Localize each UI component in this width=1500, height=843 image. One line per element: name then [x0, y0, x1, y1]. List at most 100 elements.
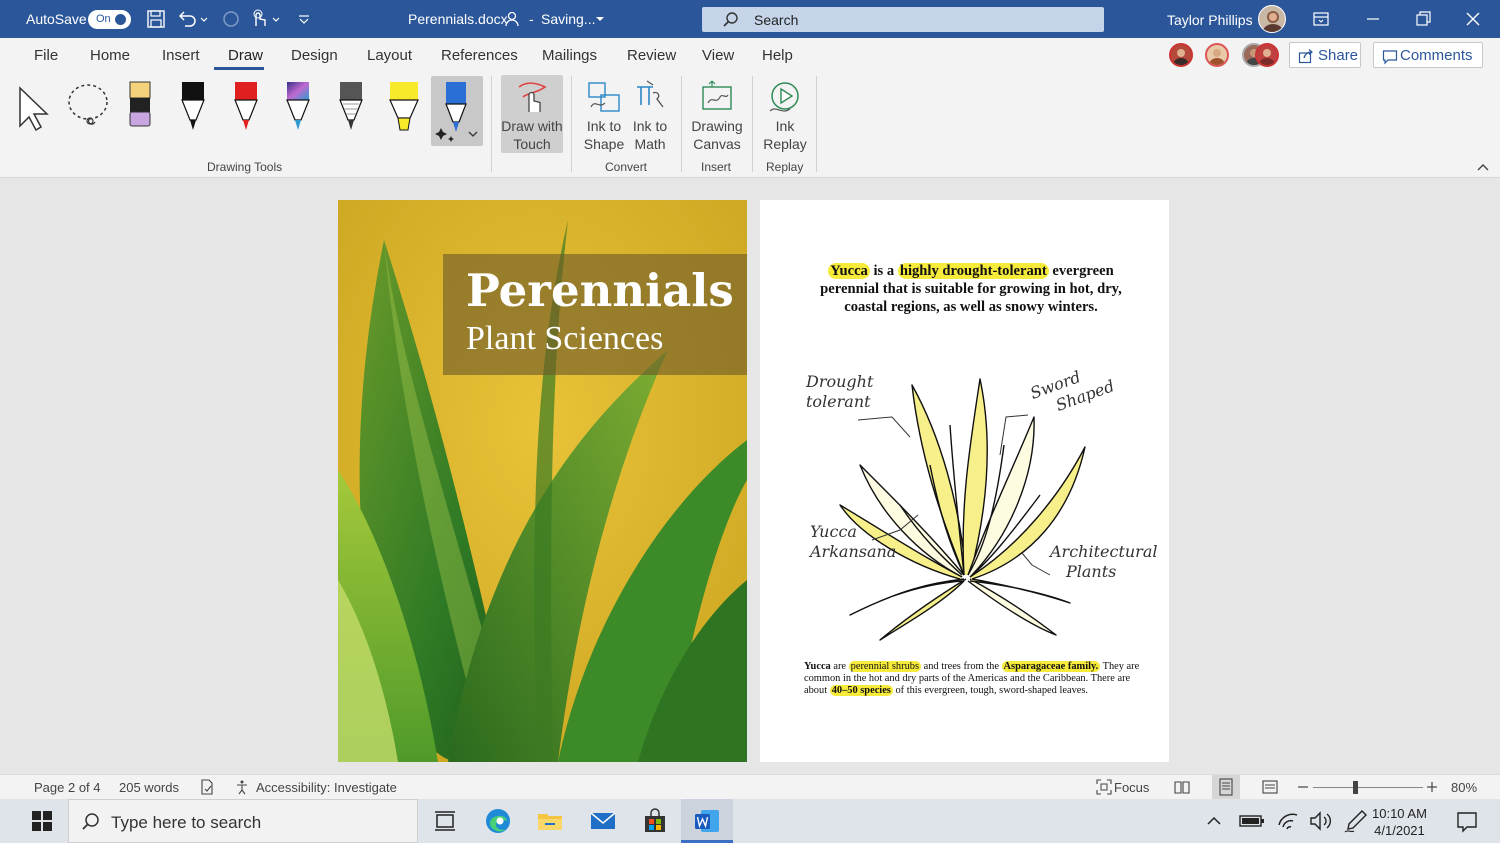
drawing-canvas-button[interactable]: Drawing Canvas — [690, 75, 744, 153]
collaborator-avatar[interactable] — [1205, 43, 1229, 67]
user-avatar[interactable] — [1258, 5, 1286, 33]
tab-review[interactable]: Review — [627, 47, 676, 64]
redo-icon[interactable] — [220, 8, 242, 30]
user-name[interactable]: Taylor Phillips — [1167, 12, 1253, 28]
customize-quick-access-icon[interactable] — [293, 8, 315, 30]
annotation-drought-tolerant: Drought tolerant — [806, 372, 873, 412]
taskbar-search-box[interactable]: Type here to search — [68, 799, 418, 843]
collaborator-avatar[interactable] — [1255, 43, 1279, 67]
ink-to-math-button[interactable]: Ink to Math — [628, 75, 672, 153]
zoom-slider-track[interactable] — [1313, 787, 1423, 788]
tab-design[interactable]: Design — [291, 47, 338, 64]
search-box[interactable]: Search — [702, 7, 1104, 32]
word-count[interactable]: 205 words — [119, 780, 179, 795]
highlighter-yellow-tool[interactable] — [382, 76, 426, 134]
annotation-line: Yucca — [810, 522, 857, 541]
tab-references[interactable]: References — [441, 47, 518, 64]
focus-icon[interactable] — [1096, 779, 1112, 795]
page-count[interactable]: Page 2 of 4 — [34, 780, 101, 795]
pencil-tool[interactable] — [118, 76, 162, 134]
zoom-in-icon[interactable] — [1426, 779, 1438, 795]
pen-galaxy-tool[interactable] — [276, 76, 320, 134]
wifi-icon[interactable] — [1275, 807, 1303, 835]
share-label: Share — [1318, 47, 1359, 64]
collapse-ribbon-icon[interactable] — [1476, 162, 1490, 172]
save-status[interactable]: Saving... — [541, 11, 595, 27]
search-icon — [722, 11, 740, 29]
restore-icon[interactable] — [1412, 8, 1434, 30]
tab-help[interactable]: Help — [762, 47, 793, 64]
web-layout-icon[interactable] — [1262, 779, 1278, 795]
pencil-gray-tool[interactable] — [329, 76, 373, 134]
tab-insert[interactable]: Insert — [162, 47, 200, 64]
cover-title-box: Perennials Plant Sciences — [443, 254, 747, 375]
group-separator — [491, 76, 492, 172]
pen-red-tool[interactable] — [224, 76, 268, 134]
share-button[interactable]: Share — [1289, 42, 1361, 68]
edge-browser-icon[interactable] — [484, 807, 512, 835]
ribbon-tabs: File Home Insert Draw Design Layout Refe… — [0, 38, 1500, 72]
content-page[interactable]: Yucca is a highly drought-tolerant everg… — [760, 200, 1169, 762]
file-explorer-icon[interactable] — [536, 807, 564, 835]
accessibility-status[interactable]: Accessibility: Investigate — [256, 780, 397, 795]
zoom-level[interactable]: 80% — [1451, 780, 1477, 795]
cover-page[interactable]: Perennials Plant Sciences — [338, 200, 747, 762]
minimize-icon[interactable] — [1362, 8, 1384, 30]
show-hidden-icons-icon[interactable] — [1202, 807, 1226, 835]
close-icon[interactable] — [1462, 8, 1484, 30]
tab-layout[interactable]: Layout — [367, 47, 412, 64]
save-status-dropdown-icon[interactable] — [594, 10, 606, 28]
tab-home[interactable]: Home — [90, 47, 130, 64]
tab-draw[interactable]: Draw — [228, 47, 263, 64]
lasso-select-tool[interactable] — [65, 76, 113, 134]
document-canvas[interactable]: Perennials Plant Sciences Yucca is a hig… — [0, 179, 1500, 774]
ink-replay-label: Ink Replay — [763, 118, 807, 152]
focus-mode[interactable]: Focus — [1114, 780, 1149, 795]
system-clock[interactable]: 10:10 AM 4/1/2021 — [1372, 805, 1427, 839]
proofing-icon[interactable] — [199, 779, 215, 795]
pen-blue-glitter-tool[interactable] — [431, 76, 483, 146]
draw-with-touch-label: Draw with Touch — [501, 118, 563, 152]
tab-file[interactable]: File — [34, 47, 58, 64]
collaborator-avatar[interactable] — [1169, 43, 1193, 67]
touch-mode-icon[interactable] — [248, 8, 270, 30]
clock-time: 10:10 AM — [1372, 806, 1427, 821]
cover-subtitle[interactable]: Plant Sciences — [466, 320, 663, 358]
tab-view[interactable]: View — [702, 47, 734, 64]
battery-icon[interactable] — [1238, 807, 1266, 835]
save-icon[interactable] — [145, 8, 167, 30]
accessibility-icon[interactable] — [234, 779, 250, 795]
mail-icon[interactable] — [589, 807, 617, 835]
windows-start-icon[interactable] — [28, 807, 56, 835]
body-paragraph[interactable]: Yucca are perennial shrubs and trees fro… — [804, 661, 1146, 696]
autosave-state: On — [96, 13, 111, 25]
task-view-icon[interactable] — [431, 807, 459, 835]
zoom-slider-thumb[interactable] — [1353, 781, 1358, 794]
zoom-out-icon[interactable] — [1297, 779, 1309, 795]
notification-center-icon[interactable] — [1453, 807, 1481, 835]
pen-black-tool[interactable] — [171, 76, 215, 134]
undo-dropdown-icon[interactable] — [198, 8, 210, 30]
ink-replay-button[interactable]: Ink Replay — [762, 75, 808, 153]
comments-button[interactable]: Comments — [1373, 42, 1483, 68]
annotation-line: Architectural — [1050, 542, 1158, 561]
print-layout-icon[interactable] — [1212, 775, 1240, 799]
intro-paragraph[interactable]: Yucca is a highly drought-tolerant everg… — [805, 262, 1137, 316]
windows-taskbar: Type here to search 10:10 AM 4/1/2021 — [0, 799, 1500, 843]
ink-to-shape-button[interactable]: Ink to Shape — [581, 75, 627, 153]
draw-with-touch-button[interactable]: Draw with Touch — [501, 75, 563, 153]
touch-mode-dropdown-icon[interactable] — [270, 8, 282, 30]
ribbon-display-options-icon[interactable] — [1310, 8, 1332, 30]
tab-mailings[interactable]: Mailings — [542, 47, 597, 64]
cover-title[interactable]: Perennials — [466, 264, 734, 317]
autosave-toggle[interactable]: On — [88, 10, 131, 29]
undo-icon[interactable] — [176, 8, 198, 30]
comments-label: Comments — [1400, 47, 1473, 64]
group-label-convert: Convert — [605, 160, 648, 174]
microsoft-store-icon[interactable] — [641, 807, 669, 835]
select-tool[interactable] — [12, 76, 56, 134]
read-mode-icon[interactable] — [1174, 779, 1190, 795]
word-app-icon[interactable] — [693, 807, 721, 835]
volume-icon[interactable] — [1307, 807, 1335, 835]
pen-workspace-icon[interactable] — [1342, 807, 1370, 835]
